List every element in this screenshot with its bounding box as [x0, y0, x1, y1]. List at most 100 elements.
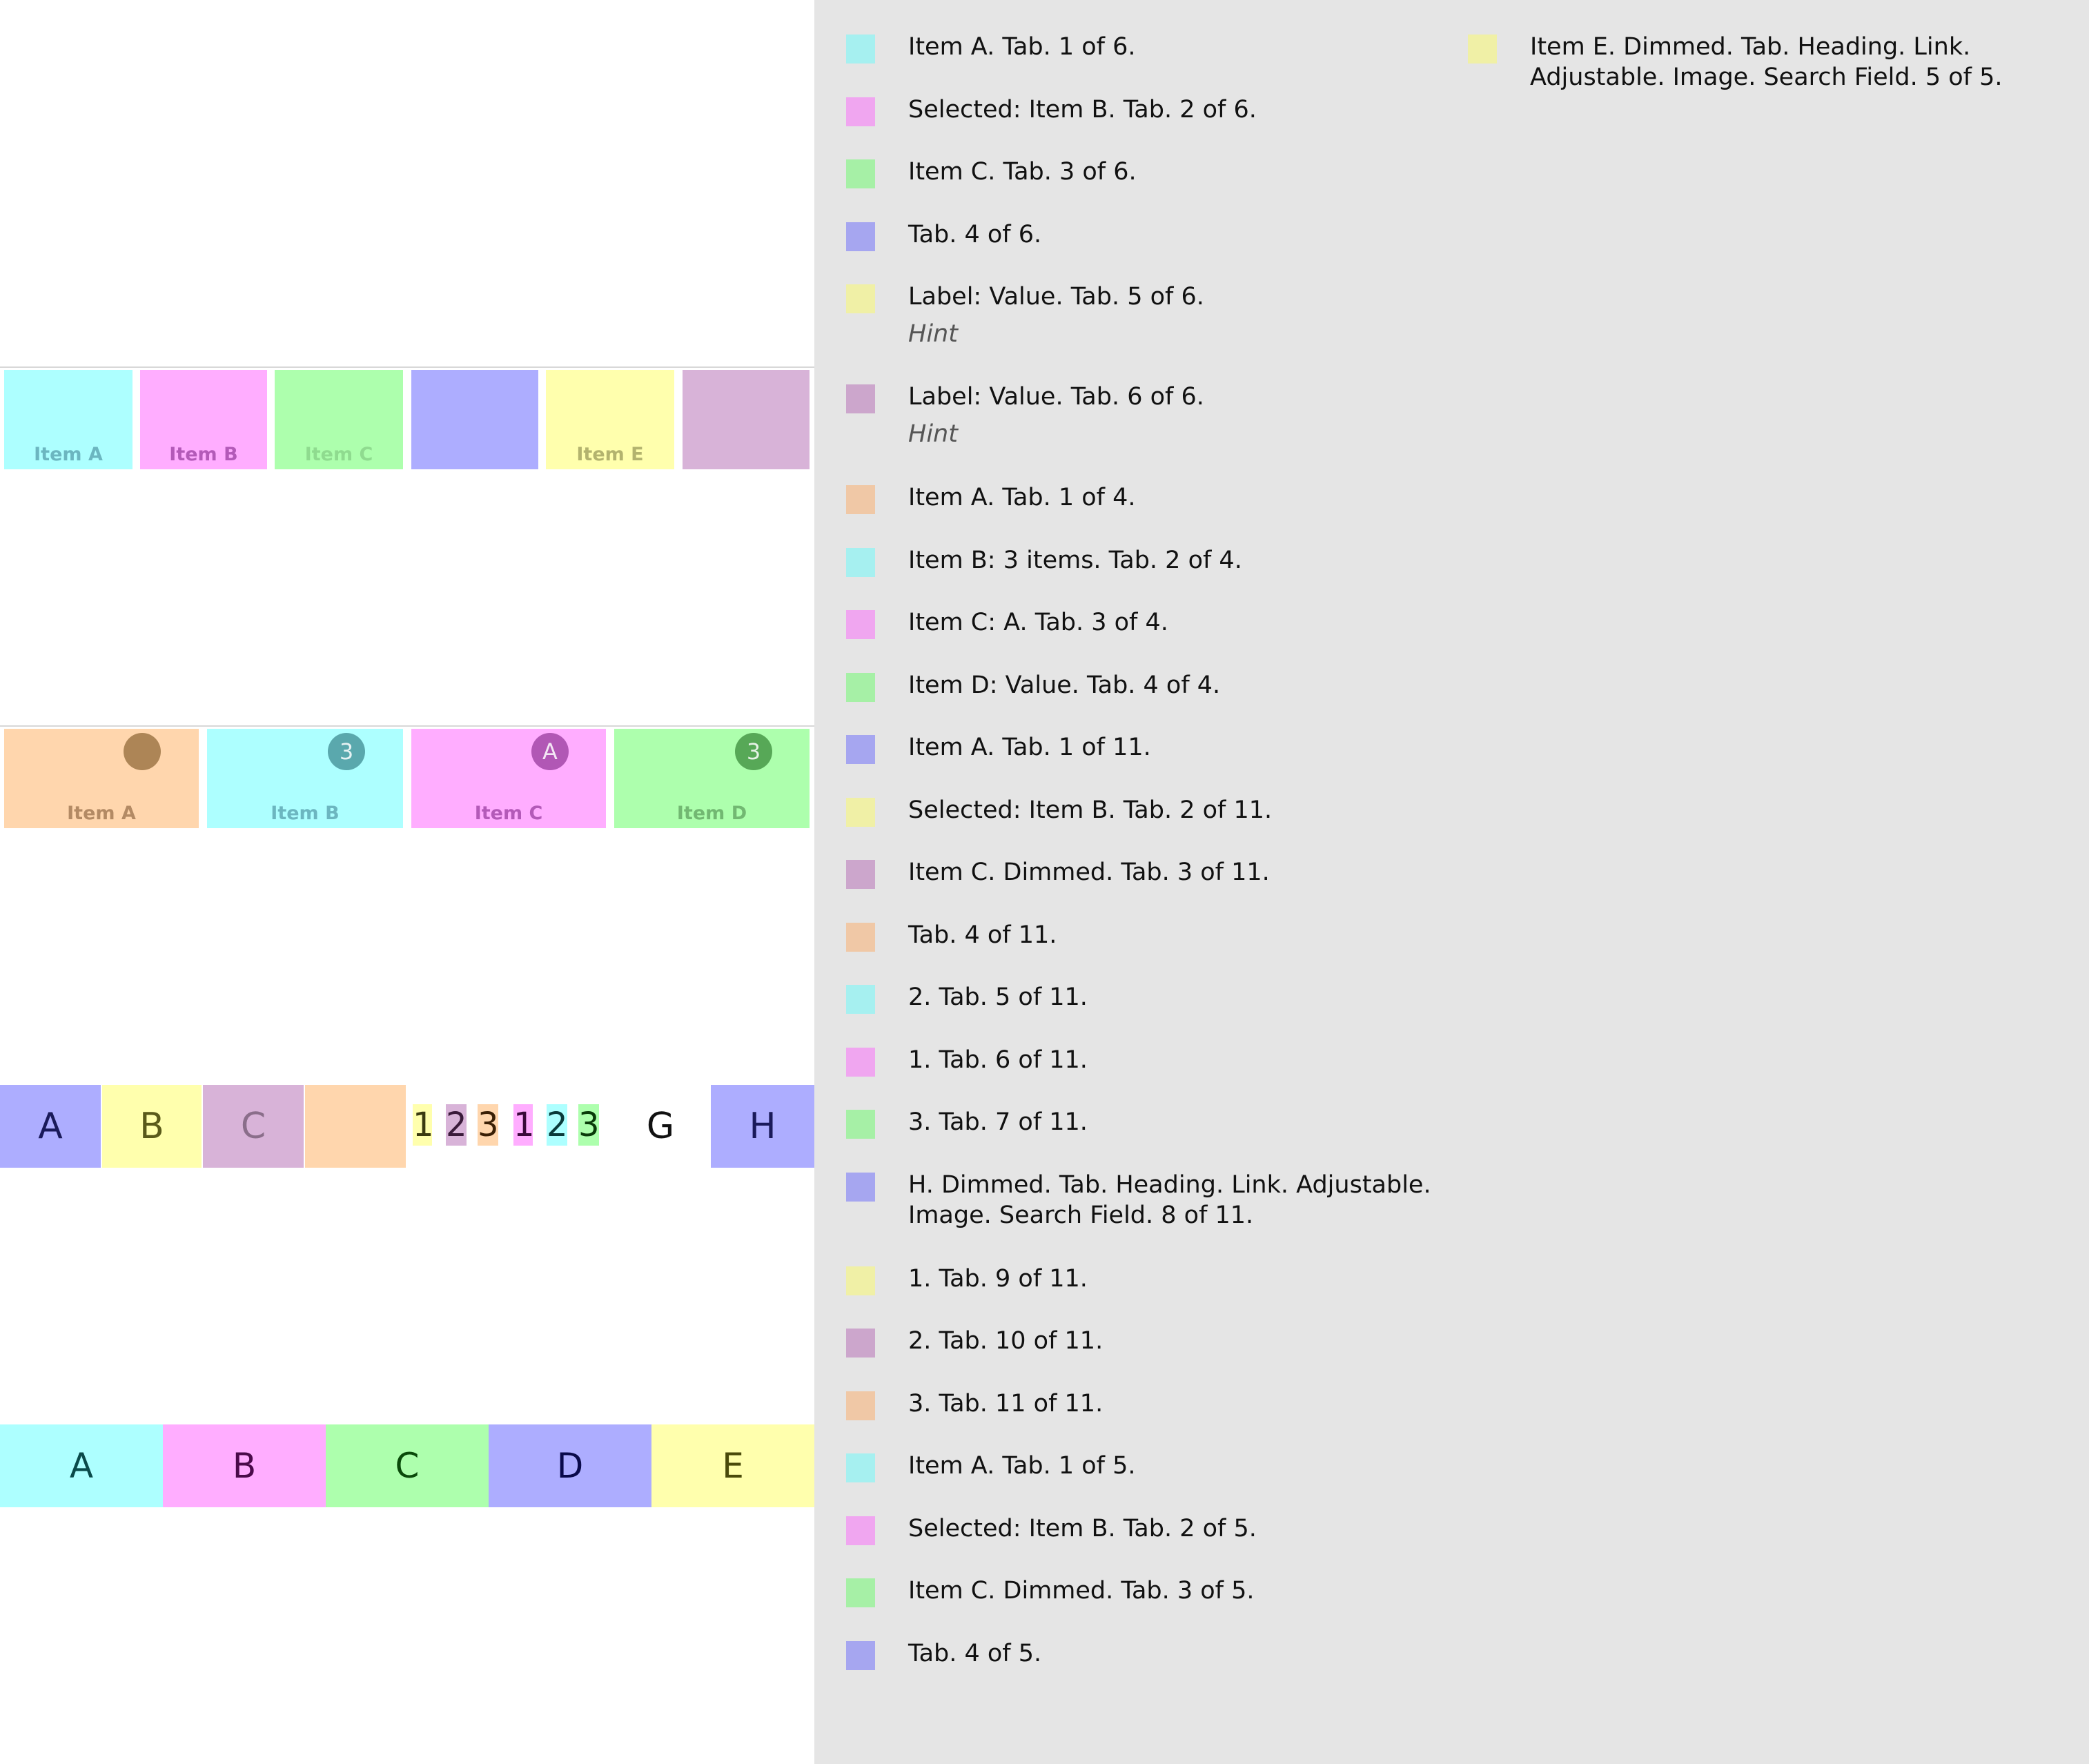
color-swatch — [846, 35, 875, 63]
separator — [0, 366, 814, 368]
mini-tab-2[interactable]: 2 — [547, 1104, 568, 1146]
tab-e[interactable]: E — [651, 1424, 814, 1507]
color-swatch — [846, 284, 875, 313]
element-description-line: Item A. Tab. 1 of 6. — [908, 33, 1136, 61]
tab-a[interactable]: A — [0, 1424, 163, 1507]
element-description: Item A. Tab. 1 of 5. — [908, 1451, 1529, 1481]
tab-item-c[interactable]: A Item C — [411, 729, 606, 828]
element-description-line: Item B: 3 items. Tab. 2 of 4. — [908, 547, 1242, 574]
tab-g[interactable]: G — [610, 1085, 711, 1168]
tab-b[interactable]: B — [163, 1424, 326, 1507]
tab-item-a[interactable]: Item A — [4, 729, 199, 828]
element-description-line: 1. Tab. 6 of 11. — [908, 1046, 1088, 1074]
color-swatch — [846, 985, 875, 1014]
element-description: Tab. 4 of 5. — [908, 1638, 1529, 1669]
element-description: Item A. Tab. 1 of 4. — [908, 482, 1529, 513]
element-description-line: Image. Search Field. 8 of 11. — [908, 1202, 1254, 1229]
color-swatch — [846, 97, 875, 126]
element-description-line: H. Dimmed. Tab. Heading. Link. Adjustabl… — [908, 1171, 1431, 1199]
element-description-line: Selected: Item B. Tab. 2 of 5. — [908, 1515, 1257, 1542]
color-swatch — [846, 1173, 875, 1202]
element-description-line: Adjustable. Image. Search Field. 5 of 5. — [1530, 63, 2003, 91]
element-description-line: Item E. Dimmed. Tab. Heading. Link. — [1530, 33, 1971, 61]
tab-label: Item B — [271, 803, 340, 824]
element-description-line: 3. Tab. 7 of 11. — [908, 1108, 1088, 1136]
element-description: Label: Value. Tab. 5 of 6. Hint — [908, 282, 1529, 349]
tab-label: Item E — [576, 444, 644, 465]
element-description-line: Label: Value. Tab. 5 of 6. — [908, 283, 1204, 311]
element-description: Item A. Tab. 1 of 11. — [908, 732, 1529, 763]
element-description: Item E. Dimmed. Tab. Heading. Link. Adjus… — [1530, 32, 2068, 92]
color-swatch — [846, 1516, 875, 1545]
accessibility-inspector-panel: Item A. Tab. 1 of 6. Selected: Item B. Ta… — [814, 0, 2089, 1764]
tab-h[interactable]: H — [711, 1085, 814, 1168]
element-description-line: Item C: A. Tab. 3 of 4. — [908, 609, 1168, 636]
tab-label: Item D — [676, 803, 747, 824]
color-swatch — [846, 1329, 875, 1358]
tab-d[interactable]: D — [489, 1424, 651, 1507]
mini-tab-3[interactable]: 3 — [578, 1104, 600, 1146]
tab-label: Item C — [474, 803, 543, 824]
tab-label: Item C — [304, 444, 373, 465]
color-swatch — [846, 384, 875, 413]
tab-4[interactable] — [305, 1085, 406, 1168]
mini-tab-2[interactable]: 2 — [446, 1104, 467, 1146]
element-description: Item C. Dimmed. Tab. 3 of 11. — [908, 857, 1529, 888]
tab-a[interactable]: A — [0, 1085, 101, 1168]
element-description: Selected: Item B. Tab. 2 of 6. — [908, 95, 1529, 125]
mini-tab-1[interactable]: 1 — [513, 1104, 535, 1146]
tab-item-4[interactable] — [411, 370, 538, 469]
element-description-line: Selected: Item B. Tab. 2 of 6. — [908, 96, 1257, 124]
element-description-line: Item A. Tab. 1 of 5. — [908, 1452, 1136, 1480]
element-description: Selected: Item B. Tab. 2 of 5. — [908, 1513, 1529, 1544]
color-swatch — [846, 1048, 875, 1077]
element-description-line: Label: Value. Tab. 6 of 6. — [908, 383, 1204, 411]
tab-item-e[interactable]: Item E — [546, 370, 674, 469]
color-swatch — [846, 1578, 875, 1607]
element-description: Item C. Tab. 3 of 6. — [908, 157, 1529, 187]
tab-item-b[interactable]: Item B — [140, 370, 267, 469]
element-description: Tab. 4 of 11. — [908, 920, 1529, 950]
element-description: H. Dimmed. Tab. Heading. Link. Adjustabl… — [908, 1170, 1529, 1231]
element-description-line: Tab. 4 of 5. — [908, 1640, 1042, 1667]
tab-label: Item A — [34, 444, 103, 465]
color-swatch — [846, 1266, 875, 1295]
color-swatch — [846, 1110, 875, 1139]
element-description-line: 3. Tab. 11 of 11. — [908, 1390, 1104, 1418]
element-description: Item B: 3 items. Tab. 2 of 4. — [908, 545, 1529, 576]
element-description: Item C: A. Tab. 3 of 4. — [908, 607, 1529, 638]
element-description-line: 2. Tab. 5 of 11. — [908, 983, 1088, 1011]
color-swatch — [846, 673, 875, 702]
tab-label: Item B — [169, 444, 238, 465]
badge: 3 — [735, 733, 772, 770]
color-swatch — [846, 485, 875, 514]
separator — [0, 725, 814, 727]
left-panel: Item A Item B Item C Item E Item A 3 Ite… — [0, 0, 814, 1764]
element-description-line: Item D: Value. Tab. 4 of 4. — [908, 672, 1221, 699]
element-description-line: Item A. Tab. 1 of 11. — [908, 734, 1151, 761]
badge: A — [531, 733, 569, 770]
element-description-line: Tab. 4 of 11. — [908, 921, 1057, 949]
tab-c[interactable]: C — [326, 1424, 489, 1507]
tab-c[interactable]: C — [203, 1085, 304, 1168]
color-swatch — [846, 798, 875, 827]
element-description: Label: Value. Tab. 6 of 6. Hint — [908, 382, 1529, 449]
mini-tab-3[interactable]: 3 — [478, 1104, 499, 1146]
tab-item-b[interactable]: 3 Item B — [207, 729, 403, 828]
tab-item-c[interactable]: Item C — [275, 370, 403, 469]
element-description: Item C. Dimmed. Tab. 3 of 5. — [908, 1576, 1529, 1606]
element-description-line: 1. Tab. 9 of 11. — [908, 1265, 1088, 1293]
tab-b[interactable]: B — [102, 1085, 202, 1168]
element-description-line: 2. Tab. 10 of 11. — [908, 1327, 1104, 1355]
tab-item-6[interactable] — [683, 370, 810, 469]
tab-item-d[interactable]: 3 Item D — [614, 729, 810, 828]
tab-item-a[interactable]: Item A — [4, 370, 133, 469]
color-swatch — [846, 860, 875, 889]
color-swatch — [846, 222, 875, 251]
color-swatch — [846, 548, 875, 577]
element-description-line: Tab. 4 of 6. — [908, 221, 1042, 248]
mini-tab-1[interactable]: 1 — [413, 1104, 434, 1146]
color-swatch — [846, 735, 875, 764]
element-description-line: Item A. Tab. 1 of 4. — [908, 484, 1136, 511]
element-description: 3. Tab. 7 of 11. — [908, 1107, 1529, 1137]
